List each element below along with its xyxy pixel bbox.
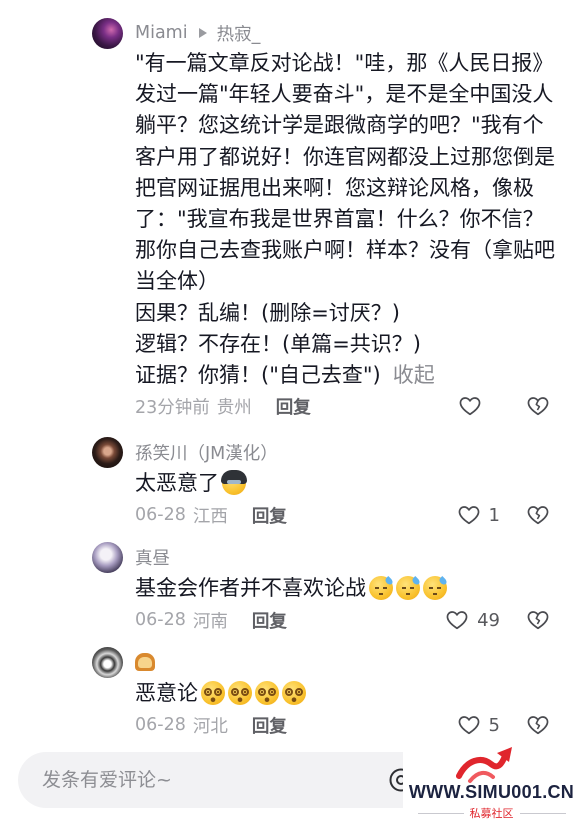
comment-text[interactable]: 恶意论 — [135, 677, 560, 710]
user-avatar[interactable] — [92, 18, 123, 49]
comment-text-content: 太恶意了 — [135, 471, 219, 496]
comment-header — [135, 647, 560, 677]
downcast-sweat-face-emoji — [423, 576, 447, 601]
like-button[interactable]: 1 — [457, 503, 500, 527]
watermark-url: WWW.SIMU001.CN — [408, 782, 575, 802]
comment-body: 孫笑川（JM漢化） 太恶意了 06-28 江西 回复 1 — [135, 437, 560, 530]
user-avatar[interactable] — [92, 542, 123, 574]
brand-logo-icon — [456, 747, 512, 783]
dislike-button[interactable] — [526, 503, 550, 527]
comment-header: 真昼 — [135, 542, 560, 572]
comment-item: Miami 热寂_ "有一篇文章反对论战！"哇，那《人民日报》发过一篇"年轻人要… — [0, 18, 580, 421]
comment-location: 贵州 — [216, 397, 252, 418]
comment-text-content: "有一篇文章反对论战！"哇，那《人民日报》发过一篇"年轻人要奋斗"，是不是全中国… — [135, 51, 555, 388]
broken-heart-icon — [527, 506, 549, 525]
watermark-subtitle-row: 私募社区 — [403, 805, 580, 821]
heart-icon — [458, 716, 479, 735]
comment-meta: 06-28 河南 回复 49 — [135, 605, 560, 635]
downcast-sweat-face-emoji — [369, 576, 393, 601]
comment-time: 06-28 — [135, 610, 186, 631]
comment-list: Miami 热寂_ "有一篇文章反对论战！"哇，那《人民日报》发过一篇"年轻人要… — [0, 0, 580, 752]
dizzy-face-emoji — [201, 681, 225, 706]
comment-meta: 23分钟前 贵州 回复 — [135, 391, 560, 421]
dislike-button[interactable] — [526, 713, 550, 737]
reply-arrow-icon — [198, 28, 207, 38]
reply-target-author[interactable]: 热寂_ — [217, 21, 261, 46]
bread-emoji[interactable] — [135, 653, 155, 672]
comment-item: 孫笑川（JM漢化） 太恶意了 06-28 江西 回复 1 — [0, 437, 580, 530]
emoji-group — [198, 681, 306, 706]
comment-time: 06-28 — [135, 505, 186, 526]
watermark: WWW.SIMU001.CN 私募社区 — [403, 742, 580, 822]
comment-time: 23分钟前 — [135, 397, 210, 418]
comment-author[interactable]: 孫笑川（JM漢化） — [135, 440, 278, 465]
comment-text[interactable]: 基金会作者并不喜欢论战 — [135, 572, 560, 605]
comment-header: Miami 热寂_ — [135, 18, 560, 48]
reply-button[interactable]: 回复 — [252, 503, 287, 528]
broken-heart-icon — [527, 716, 549, 735]
comment-body: 真昼 基金会作者并不喜欢论战 06-28 河南 回复 49 — [135, 542, 560, 635]
comment-text[interactable]: "有一篇文章反对论战！"哇，那《人民日报》发过一篇"年轻人要奋斗"，是不是全中国… — [135, 48, 560, 391]
broken-heart-icon — [527, 611, 549, 630]
like-button[interactable]: 49 — [445, 608, 500, 632]
comment-text-content: 基金会作者并不喜欢论战 — [135, 576, 366, 601]
comment-author[interactable]: Miami — [135, 23, 188, 43]
user-avatar[interactable] — [92, 647, 123, 679]
watermark-subtitle: 私募社区 — [469, 807, 514, 820]
divider — [519, 812, 566, 814]
dizzy-face-emoji — [255, 681, 279, 706]
comment-body: Miami 热寂_ "有一篇文章反对论战！"哇，那《人民日报》发过一篇"年轻人要… — [135, 18, 560, 421]
downcast-sweat-face-emoji — [396, 576, 420, 601]
like-count: 5 — [488, 714, 500, 736]
reply-button[interactable]: 回复 — [276, 394, 311, 419]
comment-body: 恶意论 06-28 河北 回复 5 — [135, 647, 560, 740]
divider — [417, 812, 464, 814]
helmet-face-emoji — [221, 470, 247, 496]
comment-location: 江西 — [192, 506, 228, 527]
comment-meta: 06-28 江西 回复 1 — [135, 500, 560, 530]
heart-icon — [458, 506, 479, 525]
comment-author[interactable]: 真昼 — [135, 545, 170, 570]
reply-button[interactable]: 回复 — [252, 608, 287, 633]
like-button[interactable] — [458, 394, 500, 418]
heart-icon — [459, 397, 481, 416]
comment-item: 恶意论 06-28 河北 回复 5 — [0, 647, 580, 740]
comment-location: 河南 — [192, 611, 228, 632]
comment-header: 孫笑川（JM漢化） — [135, 437, 560, 467]
comment-time: 06-28 — [135, 715, 186, 736]
broken-heart-icon — [527, 397, 549, 416]
comment-location: 河北 — [192, 716, 228, 737]
emoji-group — [219, 470, 247, 496]
dizzy-face-emoji — [228, 681, 252, 706]
like-count: 1 — [488, 504, 500, 526]
heart-icon — [446, 611, 468, 630]
reply-button[interactable]: 回复 — [252, 713, 287, 738]
comment-meta: 06-28 河北 回复 5 — [135, 710, 560, 740]
emoji-group — [366, 576, 447, 601]
like-button[interactable]: 5 — [457, 713, 500, 737]
comment-text-content: 恶意论 — [135, 681, 198, 706]
comment-text[interactable]: 太恶意了 — [135, 467, 560, 500]
dislike-button[interactable] — [526, 394, 550, 418]
dislike-button[interactable] — [526, 608, 550, 632]
dizzy-face-emoji — [282, 681, 306, 706]
comment-item: 真昼 基金会作者并不喜欢论战 06-28 河南 回复 49 — [0, 542, 580, 635]
user-avatar[interactable] — [92, 437, 123, 469]
like-count: 49 — [477, 609, 500, 631]
collapse-link[interactable]: 收起 — [393, 363, 435, 387]
